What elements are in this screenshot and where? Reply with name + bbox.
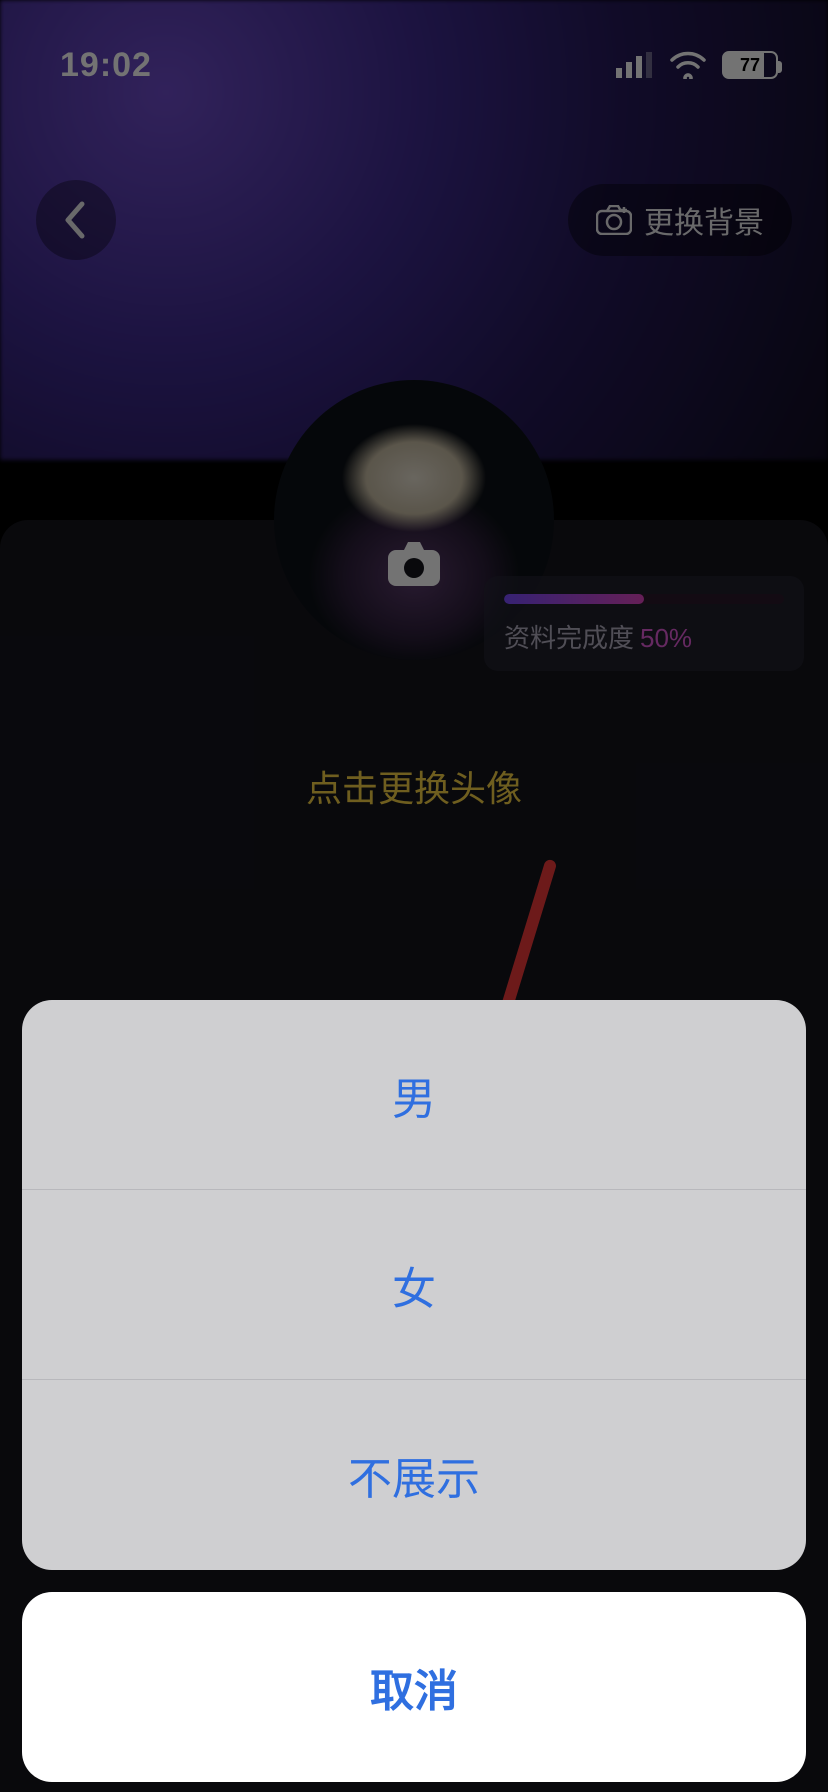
sheet-cancel-button[interactable]: 取消 (22, 1592, 806, 1782)
sheet-option-male-label: 男 (392, 1063, 436, 1127)
sheet-option-none-label: 不展示 (348, 1443, 480, 1507)
sheet-option-male[interactable]: 男 (22, 1000, 806, 1190)
sheet-option-none[interactable]: 不展示 (22, 1380, 806, 1570)
sheet-option-female-label: 女 (392, 1253, 436, 1317)
sheet-option-female[interactable]: 女 (22, 1190, 806, 1380)
sheet-cancel-label: 取消 (370, 1655, 458, 1719)
home-indicator[interactable] (274, 1766, 554, 1776)
sheet-options-group: 男 女 不展示 (22, 1000, 806, 1570)
gender-action-sheet: 男 女 不展示 取消 (22, 1000, 806, 1792)
